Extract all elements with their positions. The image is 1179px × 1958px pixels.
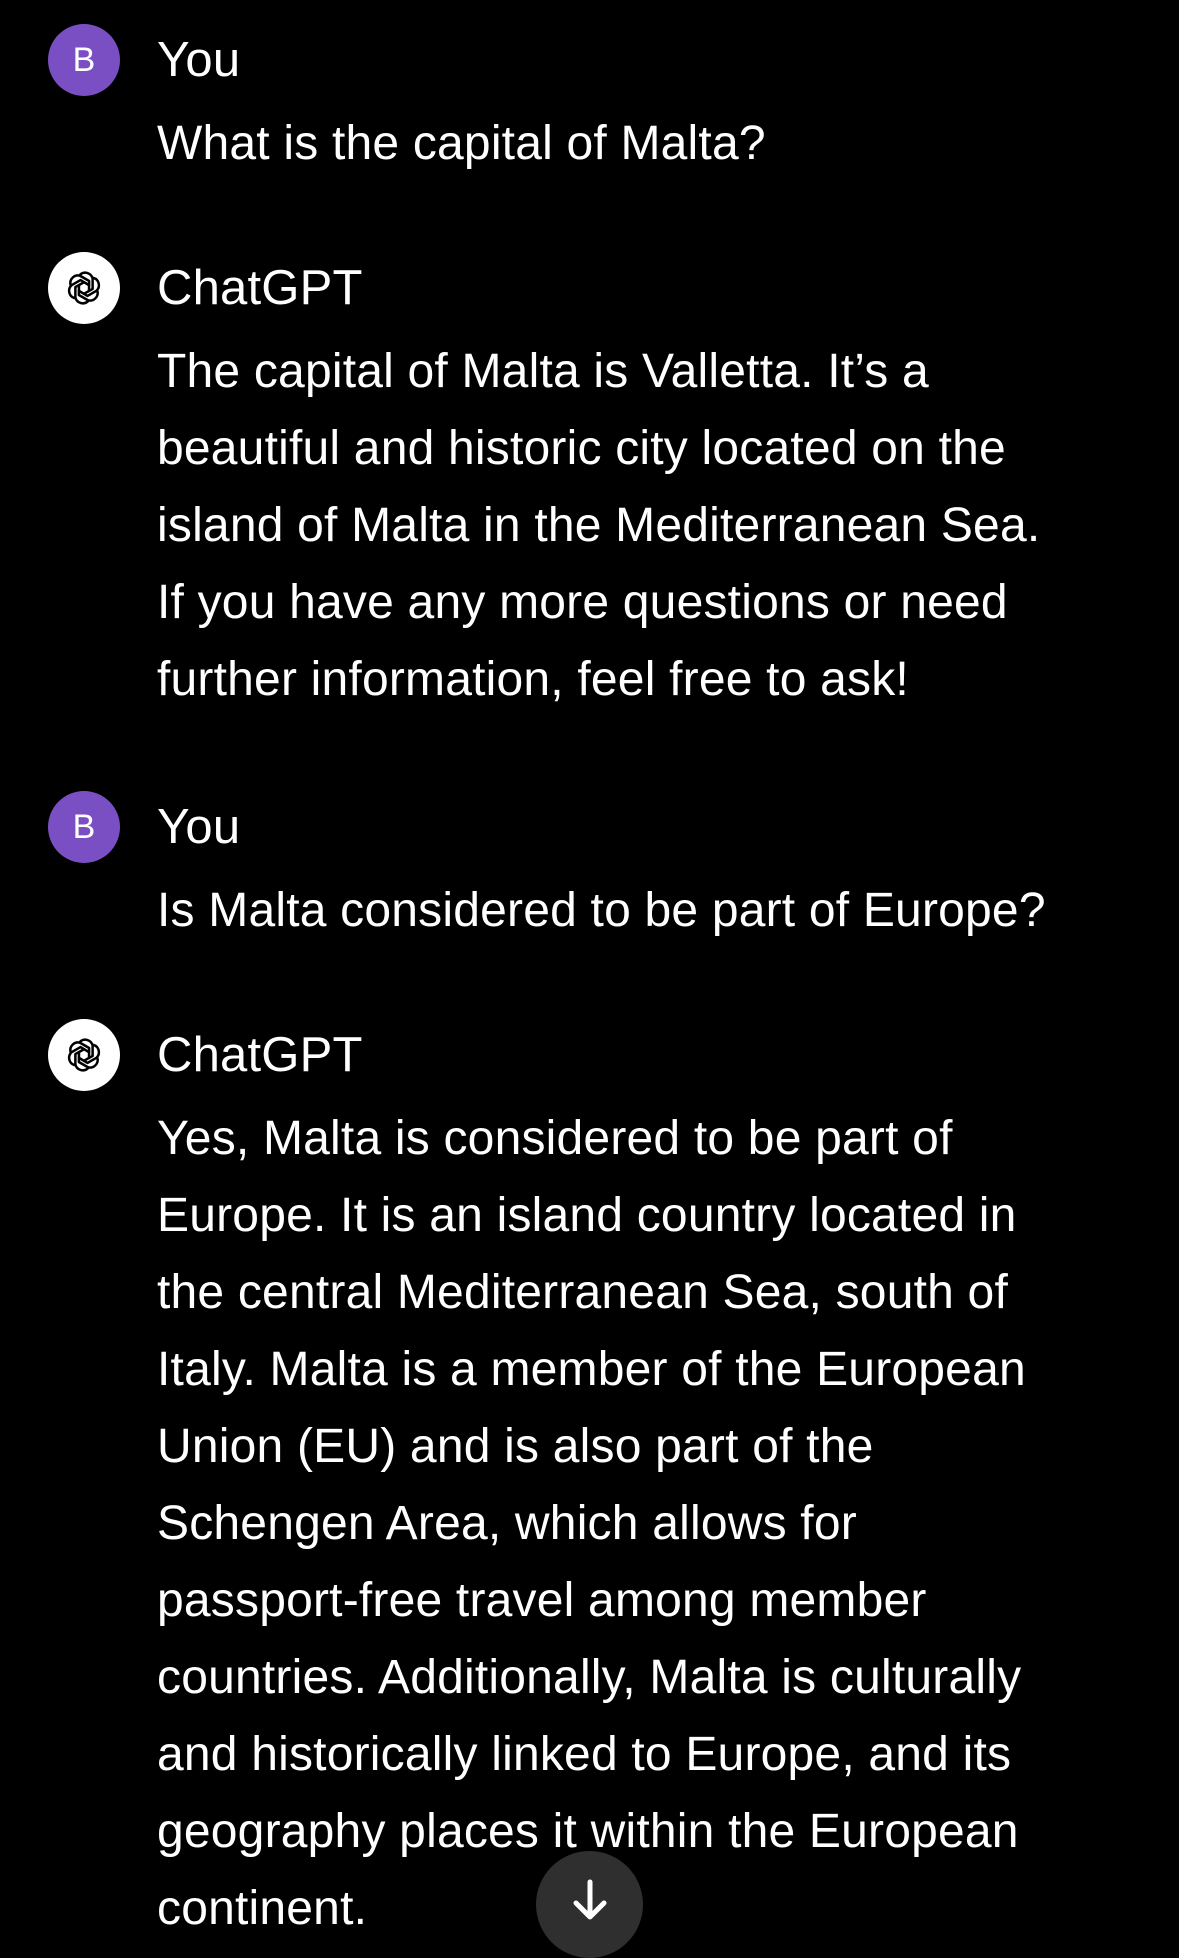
user-avatar[interactable]: B — [48, 791, 120, 863]
author-name: You — [157, 33, 241, 87]
assistant-avatar — [48, 252, 120, 324]
author-name: You — [157, 800, 241, 854]
message-text: Is Malta considered to be part of Europe… — [157, 884, 1046, 937]
avatar-letter: B — [72, 40, 96, 79]
message-text: What is the capital of Malta? — [157, 117, 766, 170]
message-text: The capital of Malta is Valletta. It’s a… — [157, 345, 1041, 706]
scroll-to-bottom-button[interactable] — [536, 1851, 643, 1958]
openai-logo-icon — [67, 1038, 101, 1072]
assistant-avatar — [48, 1019, 120, 1091]
avatar-letter: B — [72, 807, 96, 846]
chat-thread[interactable]: B You What is the capital of Malta? Chat… — [0, 0, 1179, 1958]
user-avatar[interactable]: B — [48, 24, 120, 96]
openai-logo-icon — [67, 271, 101, 305]
arrow-down-icon — [573, 1879, 606, 1919]
author-name: ChatGPT — [157, 1028, 363, 1082]
author-name: ChatGPT — [157, 261, 363, 315]
message-text: Yes, Malta is considered to be part of E… — [157, 1112, 1026, 1935]
